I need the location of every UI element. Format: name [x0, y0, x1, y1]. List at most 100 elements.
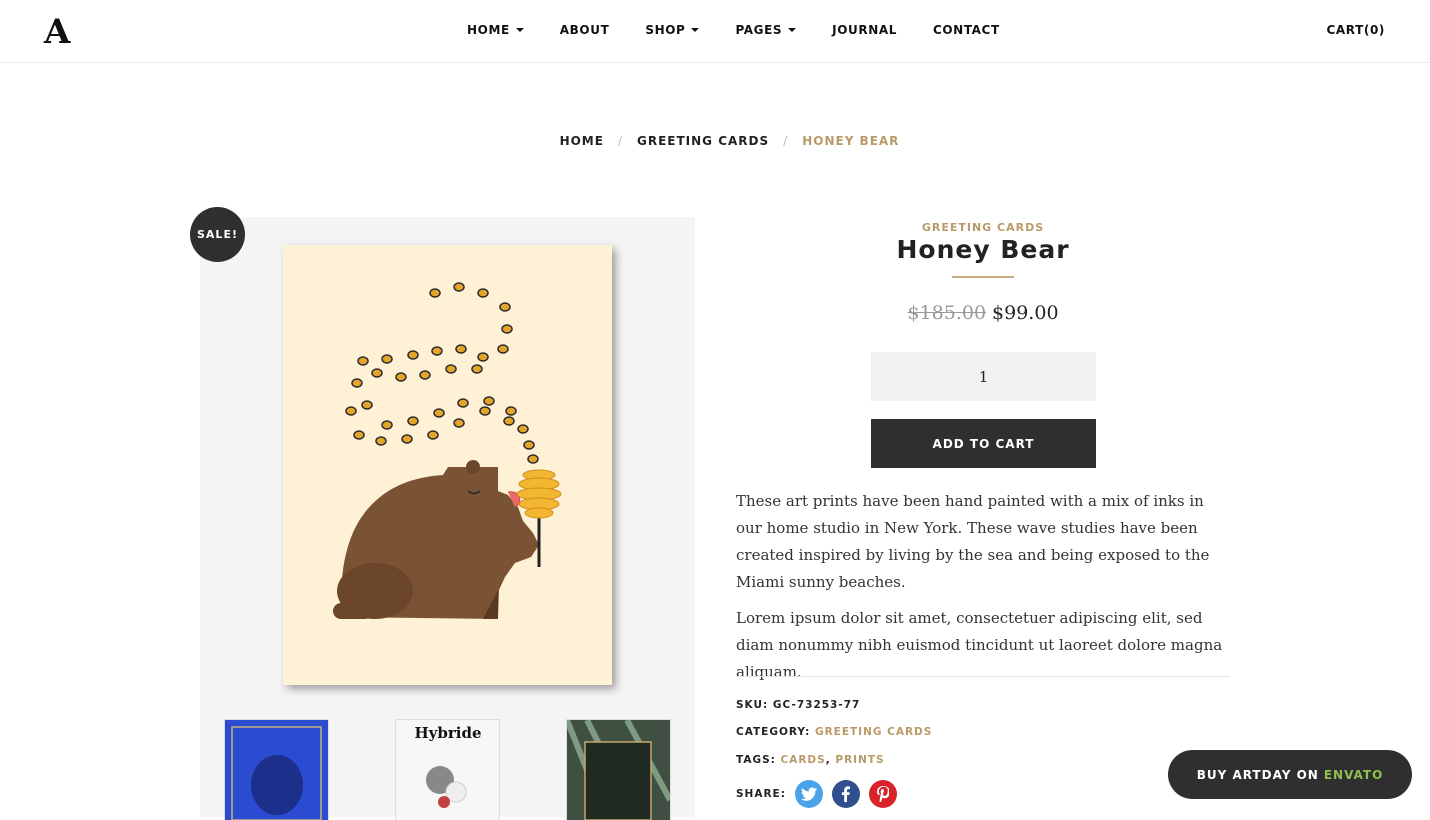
sku-label: SKU: — [736, 699, 769, 711]
breadcrumb-category[interactable]: GREETING CARDS — [637, 134, 769, 148]
bee-icon — [401, 434, 413, 444]
quantity-input[interactable] — [871, 352, 1096, 401]
honey-bear-illustration — [283, 245, 612, 685]
nav-shop[interactable]: SHOP — [645, 23, 700, 37]
cart-link[interactable]: CART(0) — [1327, 23, 1386, 37]
bee-icon — [407, 416, 419, 426]
old-price: $185.00 — [907, 302, 987, 324]
bee-icon — [361, 400, 373, 410]
thumbnail-3[interactable] — [567, 720, 670, 820]
bee-icon — [503, 416, 515, 426]
envato-brand: ENVATO — [1323, 767, 1384, 782]
bee-icon — [453, 418, 465, 428]
bee-icon — [431, 346, 443, 356]
buy-artday-button[interactable]: BUY ARTDAY ON ENVATO — [1168, 750, 1412, 799]
nav-contact[interactable]: CONTACT — [933, 23, 1000, 37]
breadcrumb-separator: / — [783, 134, 789, 148]
bee-icon — [517, 424, 529, 434]
bee-icon — [497, 344, 509, 354]
product-tags: TAGS: CARDS, PRINTS — [736, 754, 885, 766]
category-link[interactable]: GREETING CARDS — [815, 726, 932, 738]
bee-icon — [457, 398, 469, 408]
tags-label: TAGS: — [736, 754, 776, 766]
bee-icon — [419, 370, 431, 380]
nav-home-label: HOME — [467, 23, 510, 37]
bee-icon — [477, 288, 489, 298]
add-to-cart-button[interactable]: ADD TO CART — [871, 419, 1096, 468]
nav-about-label: ABOUT — [559, 23, 610, 37]
nav-journal[interactable]: JOURNAL — [832, 23, 897, 37]
bee-icon — [371, 368, 383, 378]
description-paragraph: Lorem ipsum dolor sit amet, consectetuer… — [736, 609, 1223, 681]
thumbnail-2[interactable]: Hybride — [396, 720, 499, 820]
breadcrumb-home[interactable]: HOME — [560, 134, 604, 148]
title-divider — [952, 276, 1014, 278]
bee-icon — [527, 454, 539, 464]
site-logo[interactable]: A — [44, 14, 70, 50]
pinterest-icon[interactable] — [868, 780, 897, 808]
bee-icon — [395, 372, 407, 382]
bee-icon — [455, 344, 467, 354]
poster-leaves-icon — [567, 720, 670, 820]
bee-icon — [445, 364, 457, 374]
poster-blue-icon — [225, 720, 328, 820]
bee-icon — [351, 378, 363, 388]
sku-value: GC-73253-77 — [772, 699, 861, 711]
chevron-down-icon — [788, 28, 797, 32]
product-sku: SKU: GC-73253-77 — [736, 699, 860, 711]
twitter-icon[interactable] — [794, 780, 823, 808]
category-label: CATEGORY: — [736, 726, 811, 738]
product-description: These art prints have been hand painted … — [736, 488, 1230, 695]
share-row: SHARE: — [736, 780, 897, 808]
nav-pages-label: PAGES — [735, 23, 783, 37]
bee-icon — [505, 406, 517, 416]
bee-icon — [433, 408, 445, 418]
bee-icon — [381, 354, 393, 364]
bee-icon — [429, 288, 441, 298]
tag-cards[interactable]: CARDS — [781, 754, 826, 766]
site-header: A HOME ABOUT SHOP PAGES JOURNAL CONTACT … — [0, 0, 1430, 63]
bee-icon — [501, 324, 513, 334]
poster-flowers-icon: Hybride — [396, 720, 499, 820]
chevron-down-icon — [691, 28, 700, 32]
divider — [736, 676, 1230, 677]
product-category-meta: CATEGORY: GREETING CARDS — [736, 726, 932, 738]
nav-contact-label: CONTACT — [932, 23, 1000, 37]
nav-home[interactable]: HOME — [467, 23, 524, 37]
thumbnail-1[interactable] — [225, 720, 328, 820]
tag-prints[interactable]: PRINTS — [835, 754, 884, 766]
share-label: SHARE: — [736, 788, 786, 800]
thumbnail-2-title: Hybride — [414, 724, 481, 742]
sale-price: $99.00 — [992, 302, 1059, 324]
bee-icon — [381, 420, 393, 430]
bee-icon — [483, 396, 495, 406]
facebook-icon[interactable] — [831, 780, 860, 808]
bee-icon — [407, 350, 419, 360]
sale-badge: SALE! — [190, 207, 245, 262]
product-title: Honey Bear — [896, 235, 1070, 264]
bee-icon — [375, 436, 387, 446]
bee-icon — [471, 364, 483, 374]
bee-icon — [345, 406, 357, 416]
bee-icon — [477, 352, 489, 362]
main-nav: HOME ABOUT SHOP PAGES JOURNAL CONTACT — [467, 23, 1000, 37]
bee-icon — [499, 302, 511, 312]
nav-shop-label: SHOP — [645, 23, 686, 37]
bee-icon — [353, 430, 365, 440]
breadcrumb-separator: / — [617, 134, 623, 148]
bee-icon — [453, 282, 465, 292]
description-paragraph: These art prints have been hand painted … — [736, 492, 1210, 591]
bee-icon — [479, 406, 491, 416]
product-image[interactable] — [283, 245, 612, 685]
product-price: $185.00 $99.00 — [736, 302, 1230, 324]
bee-icon — [357, 356, 369, 366]
product-category[interactable]: GREETING CARDS — [736, 221, 1230, 234]
buy-prefix: BUY ARTDAY ON — [1196, 767, 1319, 782]
nav-pages[interactable]: PAGES — [735, 23, 797, 37]
nav-journal-label: JOURNAL — [832, 23, 897, 37]
chevron-down-icon — [515, 28, 524, 32]
nav-about[interactable]: ABOUT — [560, 23, 610, 37]
breadcrumb: HOME / GREETING CARDS / HONEY BEAR — [0, 134, 1430, 148]
breadcrumb-current: HONEY BEAR — [802, 134, 900, 148]
bee-icon — [523, 440, 535, 450]
